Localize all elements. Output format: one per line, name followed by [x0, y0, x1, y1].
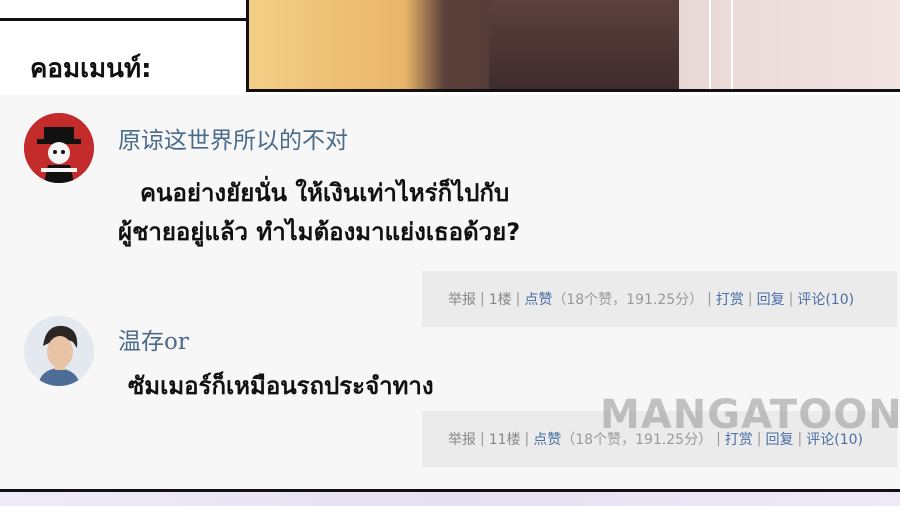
- floor-number: 1楼: [488, 292, 512, 308]
- separator: |: [707, 291, 712, 307]
- reward-button[interactable]: 打赏: [716, 289, 744, 309]
- separator: |: [747, 291, 753, 307]
- watermark-logo: MANGATOON: [600, 392, 900, 438]
- comment-text-line: ผู้ชายอยู่แล้ว ทำไมต้องมาแย่งเธอด้วย?: [118, 218, 521, 246]
- avatar[interactable]: [24, 316, 94, 386]
- hat-figure-avatar-icon: [24, 113, 94, 183]
- man-portrait-avatar-icon: [24, 316, 94, 386]
- separator: |: [788, 291, 794, 307]
- comment-text-line: ซัมเมอร์ก็เหมือนรถประจำทาง: [128, 372, 434, 400]
- comment-username[interactable]: 原谅这世界所以的不对: [118, 121, 348, 155]
- separator: |: [480, 291, 485, 307]
- comment-count-button[interactable]: 评论(10): [797, 289, 854, 309]
- like-stats: （18个赞，191.25分）: [552, 292, 704, 308]
- comment-username[interactable]: 温存or: [118, 322, 189, 356]
- report-link[interactable]: 举报: [448, 289, 476, 309]
- report-link[interactable]: 举报: [448, 429, 476, 449]
- strap-shape: [709, 0, 733, 89]
- comic-panel-art-top: [246, 0, 900, 92]
- separator: |: [524, 431, 530, 447]
- hair-shape: [489, 0, 679, 89]
- panel-border-top: [0, 18, 246, 21]
- floor-number: 11楼: [488, 432, 521, 448]
- like-button[interactable]: 点赞: [533, 429, 561, 449]
- reply-button[interactable]: 回复: [757, 289, 785, 309]
- comment-action-bar: 举报 | 1楼 | 点赞 （18个赞，191.25分） | 打赏 | 回复 | …: [422, 271, 897, 327]
- avatar[interactable]: [24, 113, 94, 183]
- comment-text-line: คนอย่างยัยนั่น ให้เงินเท่าไหร่ก็ไปกับ: [140, 179, 510, 207]
- comic-panel-art-bottom: [0, 492, 900, 506]
- like-button[interactable]: 点赞: [524, 289, 552, 309]
- separator: |: [480, 431, 485, 447]
- separator: |: [515, 291, 521, 307]
- comments-heading: คอมเมนท์:: [30, 54, 152, 84]
